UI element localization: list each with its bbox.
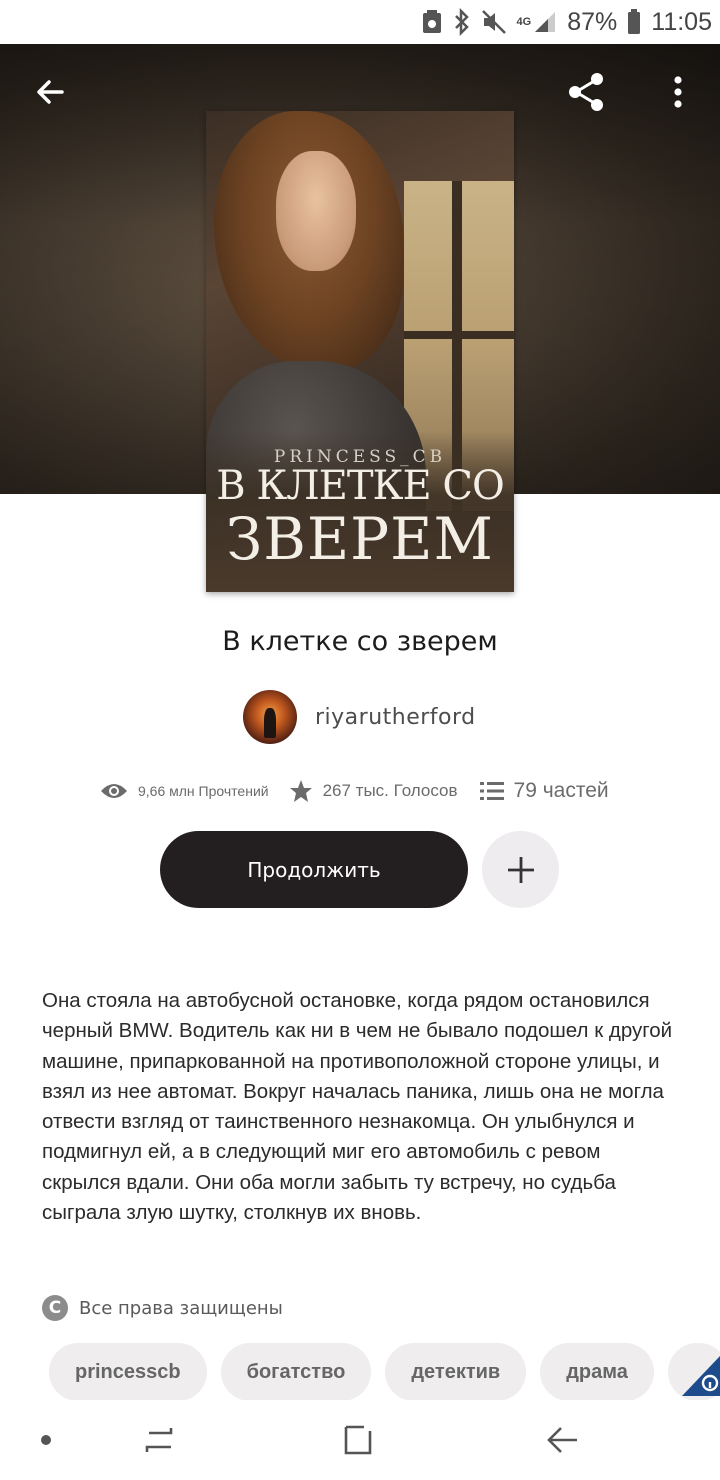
- status-bar: 4G 87% 11:05: [0, 0, 720, 44]
- system-nav-bar: [0, 1400, 720, 1480]
- network-type: 4G: [516, 16, 532, 28]
- copyright-row: C Все права защищены: [42, 1293, 283, 1323]
- tag-list: princesscb богатство детектив драма: [49, 1343, 720, 1401]
- arrow-left-icon: [37, 80, 64, 104]
- book-cover[interactable]: PRINCESS_CB В КЛЕТКЕ СО ЗВЕРЕМ: [206, 111, 514, 592]
- parts-count: 79 частей: [513, 779, 609, 802]
- continue-reading-button[interactable]: Продолжить: [160, 831, 468, 908]
- back-button[interactable]: [24, 66, 76, 118]
- eye-icon: [101, 784, 127, 798]
- author-avatar: [243, 690, 297, 744]
- tag-chip[interactable]: детектив: [385, 1343, 527, 1401]
- tag-chip[interactable]: богатство: [220, 1343, 372, 1401]
- recent-apps-icon: [145, 1428, 173, 1452]
- reads-count: 9,66 млн Прочтений: [138, 783, 269, 799]
- parts-stat[interactable]: 79 частей: [479, 779, 609, 803]
- nav-dot-button[interactable]: [24, 1418, 68, 1462]
- story-description: Она стояла на автобусной остановке, когд…: [42, 989, 673, 1225]
- tag-chip[interactable]: princesscb: [49, 1343, 207, 1401]
- votes-stat: 267 тыс. Голосов: [289, 779, 458, 803]
- list-icon: [479, 782, 504, 800]
- more-options-button[interactable]: [652, 66, 704, 118]
- battery-percent: 87%: [567, 7, 618, 36]
- dot-icon: [41, 1435, 51, 1445]
- cover-title-line1: В КЛЕТКЕ СО: [216, 463, 505, 509]
- author-link[interactable]: riyarutherford: [243, 690, 476, 744]
- mute-icon: [481, 9, 507, 35]
- back-arrow-icon: [547, 1427, 577, 1453]
- copyright-text: Все права защищены: [79, 1297, 283, 1319]
- clock: 11:05: [651, 7, 712, 36]
- nav-home-button[interactable]: [337, 1418, 381, 1462]
- star-icon: [289, 780, 312, 802]
- recycle-notification-icon: [421, 9, 443, 35]
- plus-icon: [507, 856, 534, 883]
- author-name: riyarutherford: [315, 704, 476, 730]
- share-icon: [569, 73, 603, 111]
- story-stats: 9,66 млн Прочтений 267 тыс. Голосов 79 ч…: [100, 772, 640, 810]
- help-badge-icon[interactable]: [682, 1356, 720, 1396]
- bluetooth-icon: [453, 8, 471, 36]
- cover-figure-face: [276, 151, 356, 271]
- add-to-library-button[interactable]: [482, 831, 559, 908]
- more-vertical-icon: [674, 76, 682, 108]
- copyright-icon: C: [42, 1295, 68, 1321]
- nav-recent-apps-button[interactable]: [138, 1418, 182, 1462]
- home-square-icon: [344, 1425, 372, 1455]
- share-button[interactable]: [560, 66, 612, 118]
- tag-chip[interactable]: драма: [540, 1343, 654, 1401]
- reads-stat: 9,66 млн Прочтений: [100, 781, 269, 801]
- battery-icon: [627, 9, 641, 35]
- signal-icon: 4G: [517, 10, 558, 34]
- book-title: В клетке со зверем: [222, 626, 498, 657]
- cover-title-line2: ЗВЕРЕМ: [226, 505, 494, 573]
- nav-back-button[interactable]: [540, 1418, 584, 1462]
- votes-count: 267 тыс. Голосов: [322, 781, 458, 800]
